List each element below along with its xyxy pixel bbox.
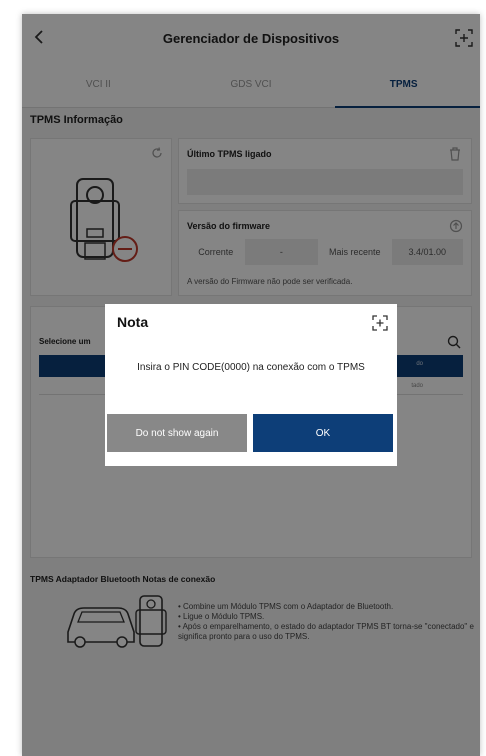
dialog-message: Insira o PIN CODE(0000) na conexão com o… bbox=[137, 362, 365, 373]
dialog-title: Nota bbox=[117, 314, 149, 330]
ok-button[interactable]: OK bbox=[253, 414, 393, 452]
expand-icon[interactable] bbox=[371, 314, 389, 332]
note-dialog: Nota Insira o PIN CODE(0000) na conexão … bbox=[105, 304, 397, 466]
do-not-show-again-button[interactable]: Do not show again bbox=[107, 414, 247, 452]
